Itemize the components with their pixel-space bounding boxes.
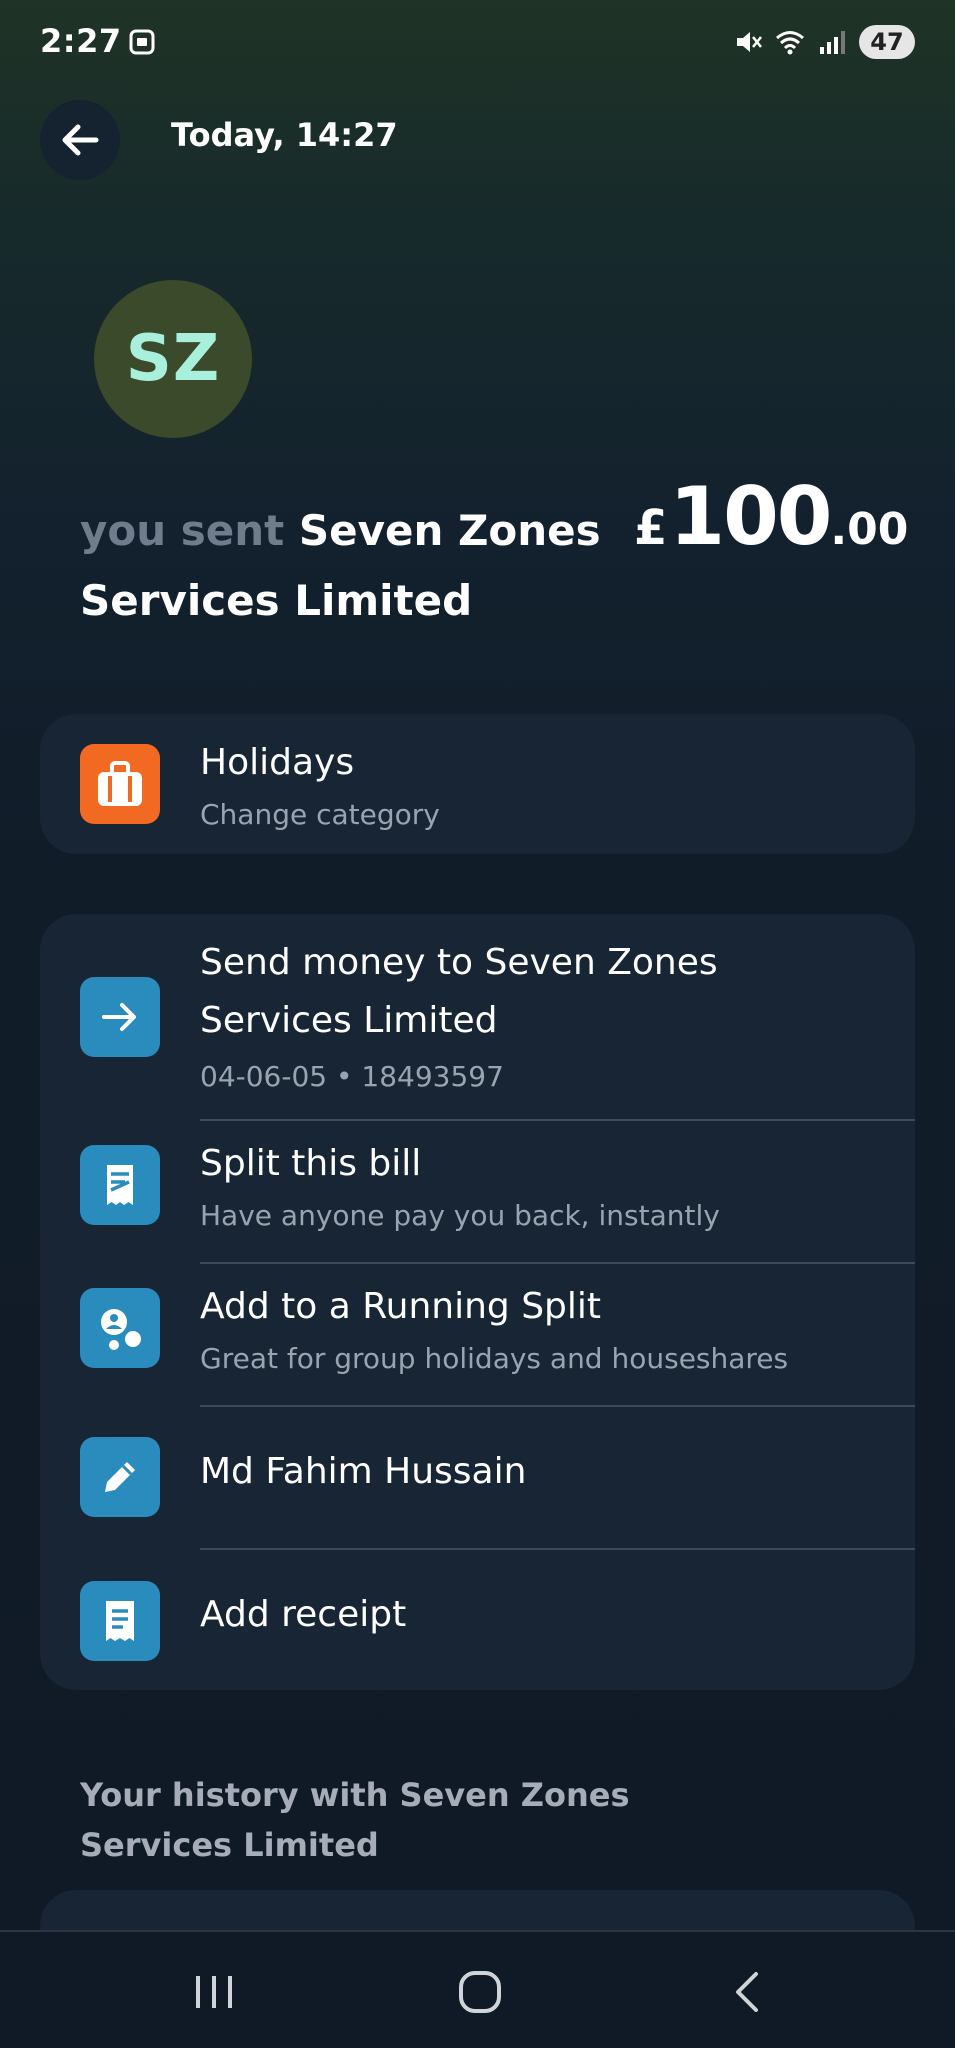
amount-decimal: .00	[830, 504, 909, 555]
signal-icon	[820, 31, 845, 54]
send-money-title-line2: Services Limited	[200, 1000, 498, 1041]
amount: £ 100 .00	[634, 470, 908, 563]
amount-currency: £	[634, 500, 668, 556]
arrow-left-icon	[62, 124, 99, 156]
split-bill-title: Split this bill	[200, 1143, 422, 1184]
split-bill-icon	[80, 1145, 160, 1225]
send-money-title-line1: Send money to Seven Zones	[200, 942, 718, 983]
system-nav-bar	[0, 1930, 955, 2048]
recent-apps-icon[interactable]	[184, 1962, 244, 2022]
add-receipt-title: Add receipt	[200, 1594, 407, 1635]
status-bar: 2:27 47	[0, 0, 955, 90]
history-heading: Your history with Seven Zones Services L…	[80, 1776, 630, 1864]
amount-integer: 100	[669, 470, 832, 563]
category-subtitle: Change category	[200, 798, 440, 831]
mute-icon	[737, 32, 762, 52]
wifi-icon	[776, 31, 804, 55]
category-title: Holidays	[200, 742, 355, 783]
receipt-icon	[80, 1581, 160, 1661]
running-split-subtitle: Great for group holidays and houseshares	[200, 1342, 789, 1375]
split-bill-row[interactable]: Split this bill Have anyone pay you back…	[40, 1121, 915, 1262]
transaction-summary: you sent Seven Zones Services Limited	[80, 496, 620, 636]
back-button[interactable]	[40, 100, 120, 180]
battery-icon: 47	[859, 25, 915, 59]
account-details: 04-06-05 • 18493597	[200, 1060, 504, 1093]
add-receipt-row[interactable]: Add receipt	[40, 1550, 915, 1690]
send-money-row[interactable]: Send money to Seven Zones Services Limit…	[40, 914, 915, 1119]
arrow-right-icon	[80, 977, 160, 1057]
notes-row[interactable]: Md Fahim Hussain	[40, 1407, 915, 1548]
home-icon[interactable]	[450, 1962, 510, 2022]
summary-prefix: you sent	[80, 506, 285, 555]
avatar-initials: SZ	[125, 322, 221, 396]
running-split-row[interactable]: Add to a Running Split Great for group h…	[40, 1264, 915, 1405]
page-title: Today, 14:27	[171, 116, 398, 154]
category-card[interactable]: Holidays Change category	[40, 714, 915, 854]
back-icon[interactable]	[718, 1962, 778, 2022]
running-split-icon	[80, 1288, 160, 1368]
suitcase-icon	[80, 744, 160, 824]
running-split-title: Add to a Running Split	[200, 1286, 602, 1327]
actions-card: Send money to Seven Zones Services Limit…	[40, 914, 915, 1690]
status-time: 2:27	[40, 22, 122, 60]
pencil-icon	[80, 1437, 160, 1517]
screenshot-icon	[129, 29, 155, 55]
note-title: Md Fahim Hussain	[200, 1451, 527, 1492]
status-icons: 47	[733, 24, 915, 60]
avatar: SZ	[94, 280, 252, 438]
split-bill-subtitle: Have anyone pay you back, instantly	[200, 1199, 720, 1232]
